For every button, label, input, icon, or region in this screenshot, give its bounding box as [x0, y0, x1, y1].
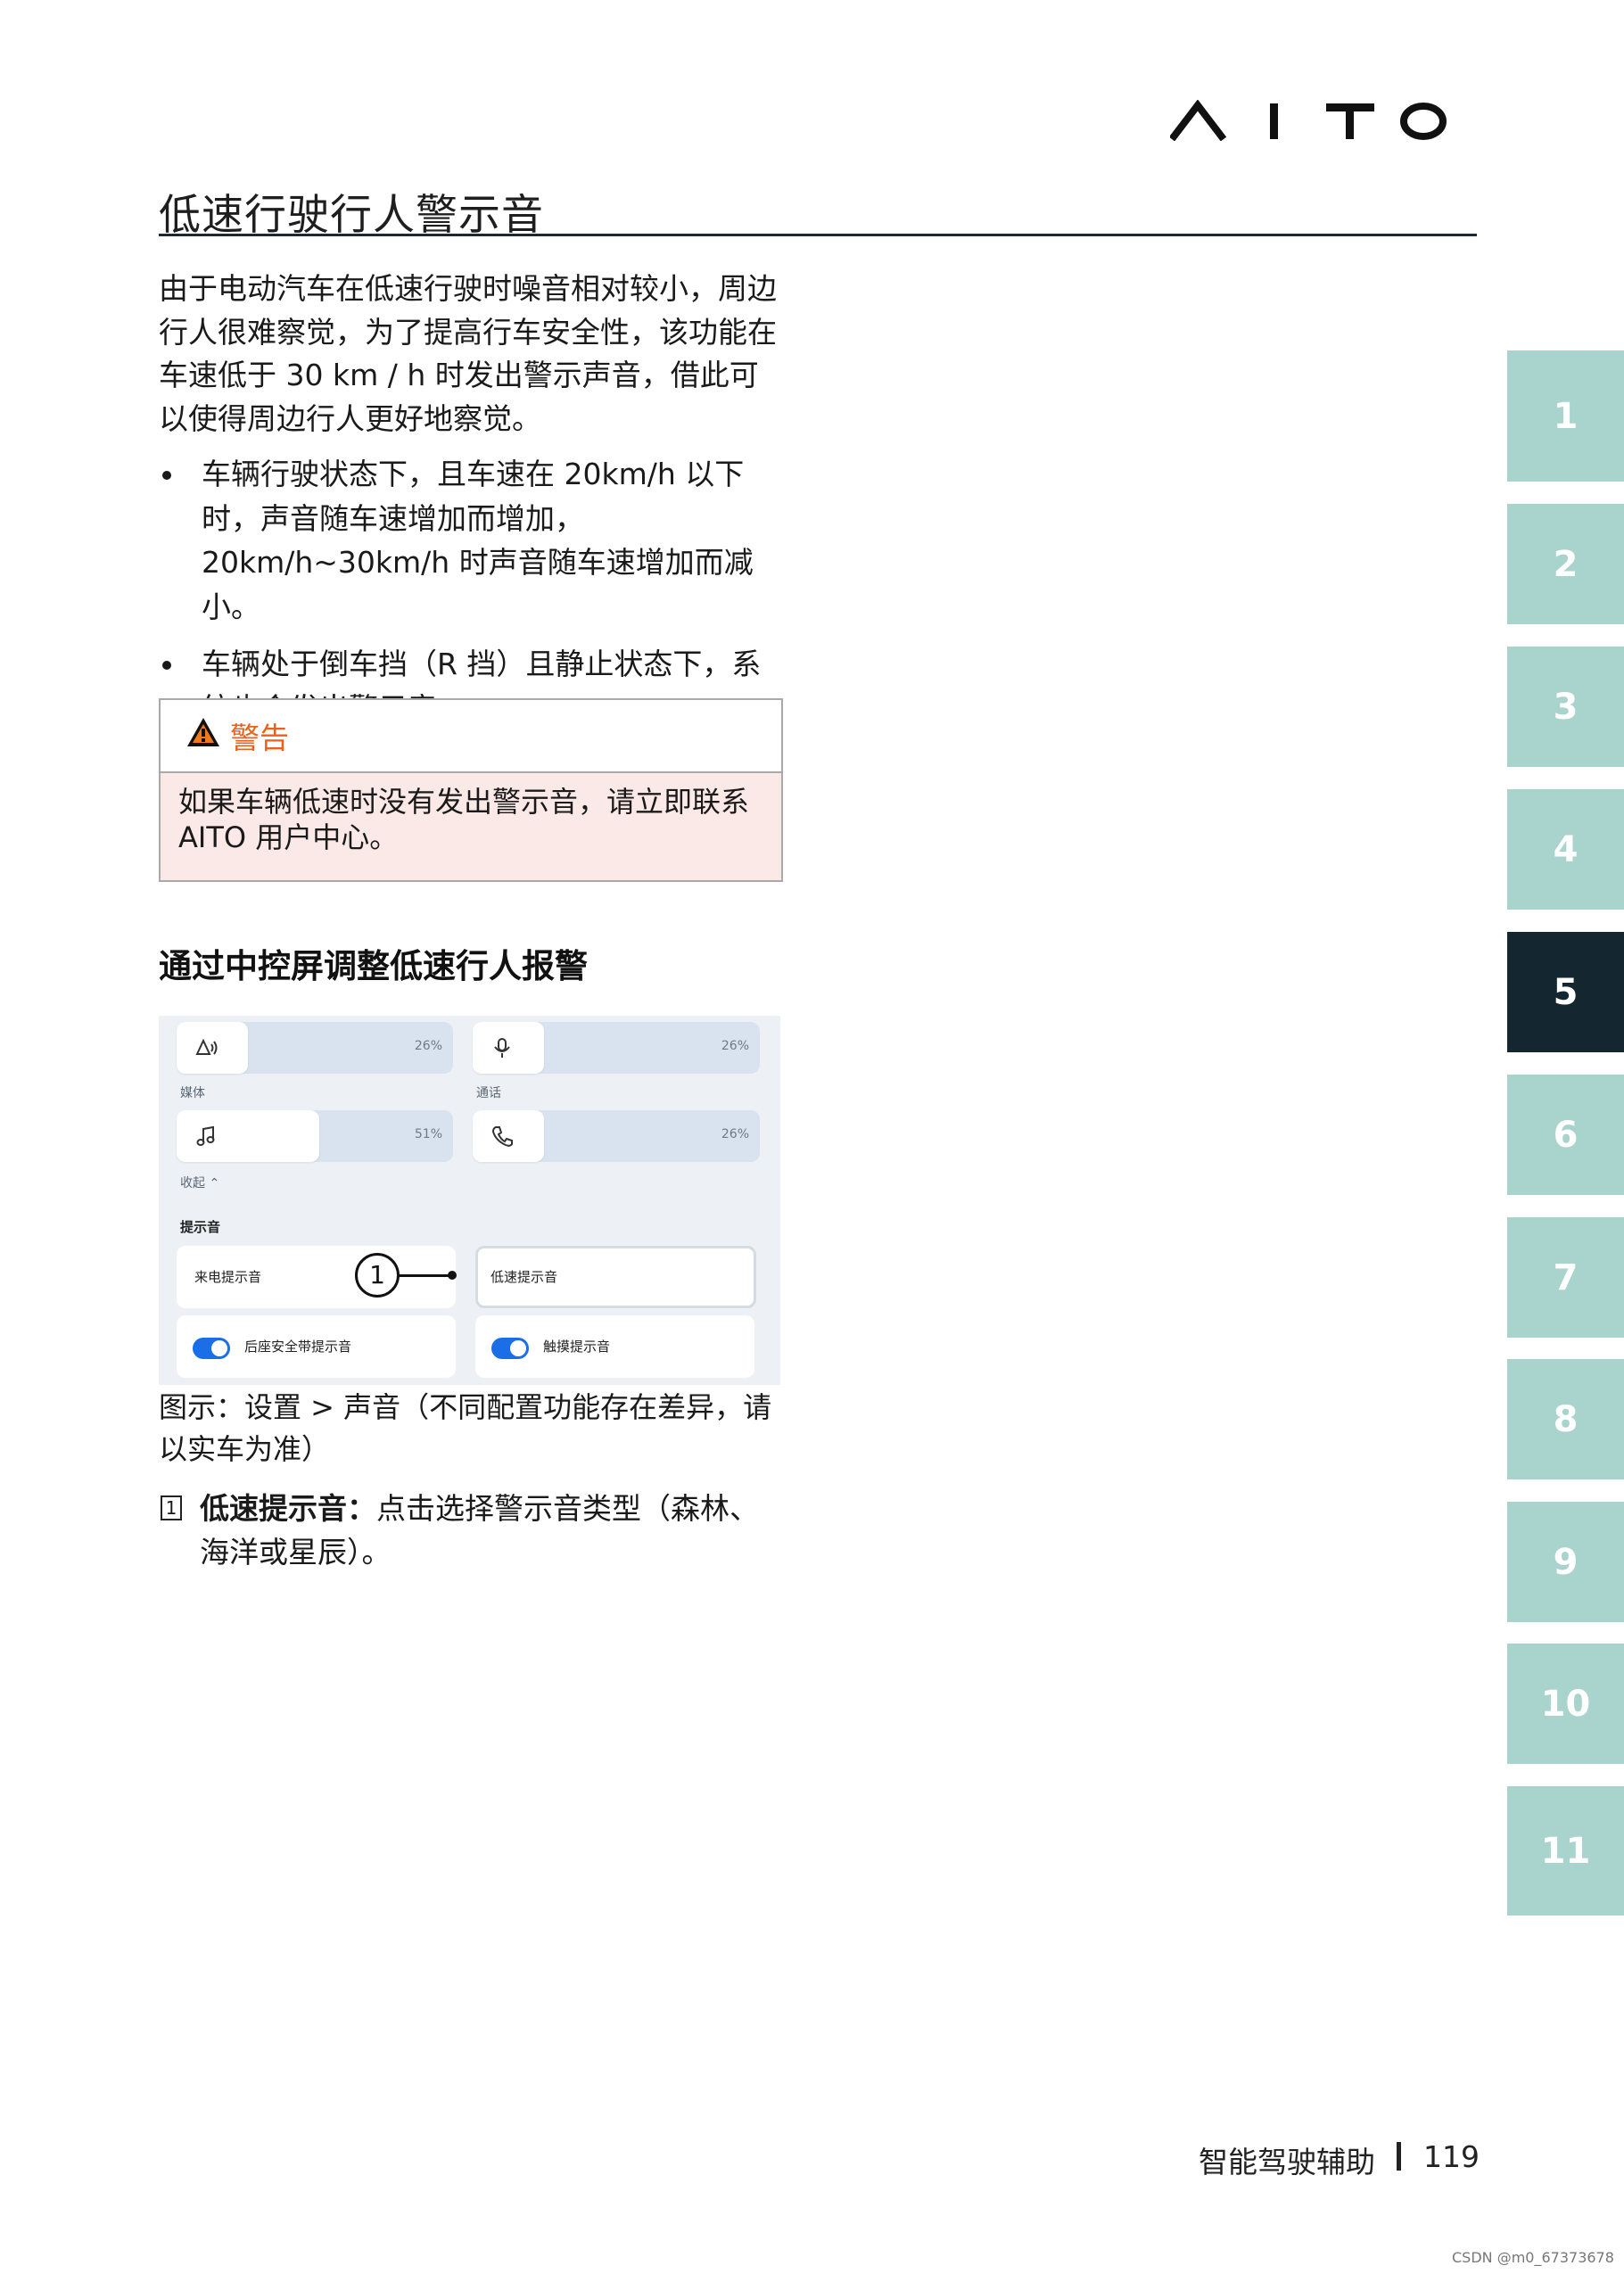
slider-knob[interactable] — [177, 1022, 248, 1074]
tab-chapter-2[interactable]: 2 — [1507, 504, 1624, 624]
callout-line — [399, 1274, 452, 1277]
aito-logo — [1168, 99, 1448, 142]
tab-chapter-1[interactable]: 1 — [1507, 350, 1624, 482]
tab-chapter-11[interactable]: 11 — [1507, 1786, 1624, 1916]
tab-chapter-8[interactable]: 8 — [1507, 1359, 1624, 1479]
bullet-dot-icon — [162, 661, 171, 670]
rear-belt-tone-card: 后座安全带提示音 — [177, 1315, 456, 1378]
figure-caption: 图示：设置 > 声音（不同配置功能存在差异，请以实车为准） — [159, 1390, 772, 1466]
numbered-item: 1 低速提示音：点击选择警示音类型（森林、海洋或星辰）。 — [159, 1487, 783, 1574]
section-heading: 通过中控屏调整低速行人报警 — [159, 947, 588, 985]
phone-icon — [491, 1126, 513, 1147]
footer-section-title: 智能驾驶辅助 — [1199, 2145, 1375, 2179]
collapse-toggle[interactable]: 收起 ⌃ — [180, 1174, 219, 1191]
slider-value: 26% — [721, 1039, 749, 1053]
phone-volume-slider[interactable]: 26% — [473, 1110, 760, 1162]
watermark: CSDN @m0_67373678 — [1452, 2249, 1614, 2266]
tab-chapter-7[interactable]: 7 — [1507, 1217, 1624, 1338]
bullet-dot-icon — [162, 471, 171, 480]
media-label: 媒体 — [180, 1086, 205, 1100]
bullet-item: 车辆行驶状态下，且车速在 20km/h 以下时，声音随车速增加而增加，20km/… — [159, 452, 783, 629]
touch-tone-card: 触摸提示音 — [475, 1315, 754, 1378]
speaker-icon — [195, 1038, 218, 1055]
item-term: 低速提示音： — [200, 1491, 376, 1526]
footer-divider — [1397, 2142, 1401, 2171]
tab-chapter-6[interactable]: 6 — [1507, 1075, 1624, 1195]
microphone-icon — [494, 1038, 510, 1058]
warning-text: 如果车辆低速时没有发出警示音，请立即联系 AITO 用户中心。 — [178, 785, 750, 854]
warning-box: 警告 如果车辆低速时没有发出警示音，请立即联系 AITO 用户中心。 — [159, 698, 783, 882]
slider-knob[interactable] — [473, 1022, 544, 1074]
call-label: 通话 — [476, 1086, 501, 1100]
callout-marker: 1 — [355, 1253, 400, 1298]
tab-chapter-4[interactable]: 4 — [1507, 789, 1624, 910]
music-note-icon — [196, 1125, 215, 1146]
warning-header: 警告 — [161, 700, 781, 773]
settings-screenshot: 26% 26% 媒体 通话 51% 26% 收起 ⌃ 提示音 来电提示音 低速提… — [159, 1016, 780, 1385]
media-volume-slider[interactable]: 26% — [177, 1022, 453, 1074]
slider-value: 51% — [414, 1127, 442, 1141]
touch-tone-toggle[interactable] — [491, 1338, 529, 1359]
low-speed-tone-card[interactable]: 低速提示音 — [475, 1246, 756, 1308]
media-ring-slider[interactable]: 51% — [177, 1110, 453, 1162]
page-number: 119 — [1423, 2139, 1480, 2174]
tab-chapter-5[interactable]: 5 — [1507, 932, 1624, 1052]
slider-knob[interactable] — [177, 1110, 319, 1162]
tab-chapter-3[interactable]: 3 — [1507, 647, 1624, 767]
warning-triangle-icon — [187, 718, 219, 746]
slider-value: 26% — [414, 1039, 442, 1053]
callout-dot — [448, 1271, 457, 1280]
tab-chapter-10[interactable]: 10 — [1507, 1644, 1624, 1764]
title-divider — [159, 234, 1477, 236]
prompt-sound-section: 提示音 — [180, 1219, 221, 1235]
slider-knob[interactable] — [473, 1110, 544, 1162]
incoming-call-tone-card[interactable]: 来电提示音 — [177, 1246, 456, 1308]
call-volume-slider[interactable]: 26% — [473, 1022, 760, 1074]
warning-title: 警告 — [230, 721, 289, 755]
intro-paragraph: 由于电动汽车在低速行驶时噪音相对较小，周边行人很难察觉，为了提高行车安全性，该功… — [159, 271, 777, 436]
tab-chapter-9[interactable]: 9 — [1507, 1502, 1624, 1622]
rear-belt-toggle[interactable] — [193, 1338, 230, 1359]
slider-value: 26% — [721, 1127, 749, 1141]
chevron-up-icon: ⌃ — [209, 1176, 220, 1191]
page-title: 低速行驶行人警示音 — [159, 191, 544, 240]
item-number: 1 — [161, 1495, 182, 1520]
